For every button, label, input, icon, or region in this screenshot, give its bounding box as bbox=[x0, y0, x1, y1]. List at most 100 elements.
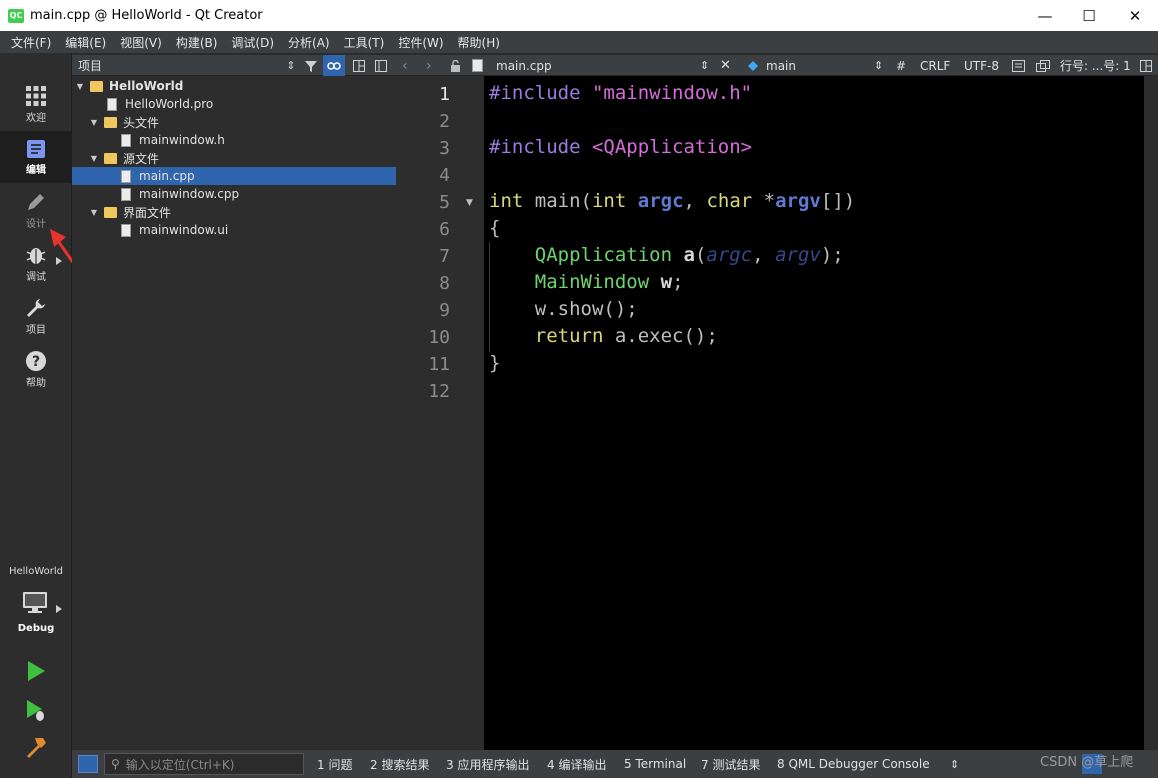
run-icon[interactable] bbox=[24, 659, 48, 683]
tab-issues[interactable]: 1 问题 bbox=[317, 750, 352, 778]
expand-arrow-icon bbox=[56, 605, 62, 613]
dropdown-arrows-icon[interactable]: ⇕ bbox=[700, 55, 709, 76]
tree-item-file[interactable]: HelloWorld.pro bbox=[72, 95, 396, 113]
wrench-icon bbox=[27, 298, 45, 317]
tab-test-results[interactable]: 7 测试结果 bbox=[701, 750, 760, 778]
build-hammer-icon[interactable] bbox=[24, 735, 48, 759]
fold-marker-icon[interactable]: ▼ bbox=[466, 198, 473, 208]
dropdown-arrows-icon[interactable]: ⇕ bbox=[284, 55, 298, 76]
tree-item-file[interactable]: mainwindow.ui bbox=[72, 221, 396, 239]
dropdown-arrows-icon[interactable]: ⇕ bbox=[950, 750, 959, 778]
split-icon[interactable] bbox=[350, 55, 368, 76]
menu-debug[interactable]: 调试(D) bbox=[224, 34, 281, 51]
link-editor-icon[interactable] bbox=[323, 55, 345, 76]
line-number: 1 bbox=[439, 84, 450, 105]
code-editor[interactable]: #include "mainwindow.h" #include <QAppli… bbox=[484, 76, 1144, 750]
cpp-file-icon bbox=[119, 169, 133, 183]
nav-forward-icon[interactable]: › bbox=[426, 55, 432, 76]
code-line: } bbox=[489, 352, 501, 374]
hash-button[interactable]: # bbox=[896, 55, 906, 76]
project-panel-title[interactable]: 项目 bbox=[78, 57, 102, 74]
dropdown-arrows-icon[interactable]: ⇕ bbox=[874, 55, 883, 76]
cursor-position[interactable]: 行号: ...号: 1 bbox=[1060, 55, 1131, 76]
mode-label: 帮助 bbox=[26, 377, 46, 389]
locator-input[interactable]: ⚲ 输入以定位(Ctrl+K) bbox=[104, 753, 304, 775]
maximize-button[interactable]: ☐ bbox=[1066, 0, 1112, 31]
tree-item-project[interactable]: ▼ HelloWorld bbox=[72, 77, 396, 95]
line-number: 3 bbox=[439, 138, 450, 159]
line-number: 9 bbox=[439, 300, 450, 321]
code-line: return a.exec(); bbox=[534, 325, 718, 347]
ui-file-icon bbox=[119, 223, 133, 237]
menu-bar: 文件(F) 编辑(E) 视图(V) 构建(B) 调试(D) 分析(A) 工具(T… bbox=[0, 31, 1158, 53]
menu-build[interactable]: 构建(B) bbox=[169, 34, 225, 51]
mode-edit[interactable]: 编辑 bbox=[0, 131, 72, 183]
tree-item-file-selected[interactable]: main.cpp bbox=[72, 167, 396, 185]
mode-label: 欢迎 bbox=[26, 112, 46, 124]
mode-label: 编辑 bbox=[26, 164, 46, 176]
tab-search-results[interactable]: 2 搜索结果 bbox=[370, 750, 429, 778]
tree-item-file[interactable]: mainwindow.h bbox=[72, 131, 396, 149]
tree-item-folder[interactable]: ▼ 源文件 bbox=[72, 149, 396, 167]
menu-tools[interactable]: 工具(T) bbox=[337, 34, 392, 51]
status-bar: ⚲ 输入以定位(Ctrl+K) 1 问题 2 搜索结果 3 应用程序输出 4 编… bbox=[72, 750, 1158, 778]
lock-icon[interactable] bbox=[450, 55, 461, 76]
code-line: int main(int argc, char *argv[]) bbox=[489, 190, 856, 212]
window-title: main.cpp @ HelloWorld - Qt Creator bbox=[30, 8, 263, 23]
toggle-sidebar-button[interactable] bbox=[78, 755, 98, 773]
tree-item-label: mainwindow.ui bbox=[139, 223, 229, 237]
collapse-arrow-icon[interactable]: ▼ bbox=[75, 82, 85, 91]
encoding-selector[interactable]: UTF-8 bbox=[964, 55, 999, 76]
collapse-arrow-icon[interactable]: ▼ bbox=[89, 154, 99, 163]
nav-back-icon[interactable]: ‹ bbox=[402, 55, 408, 76]
cpp-file-icon bbox=[119, 187, 133, 201]
tab-qml-debugger-console[interactable]: 8 QML Debugger Console bbox=[777, 750, 930, 778]
code-line: w.show(); bbox=[534, 298, 638, 320]
menu-edit[interactable]: 编辑(E) bbox=[58, 34, 113, 51]
split-editor-icon[interactable] bbox=[1140, 55, 1153, 76]
outline-icon[interactable] bbox=[1012, 55, 1025, 76]
mode-projects[interactable]: 项目 bbox=[0, 290, 72, 342]
debug-run-icon[interactable] bbox=[24, 699, 48, 723]
mode-welcome[interactable]: 欢迎 bbox=[0, 78, 72, 130]
tree-item-folder[interactable]: ▼ 头文件 bbox=[72, 113, 396, 131]
tree-item-folder[interactable]: ▼ 界面文件 bbox=[72, 203, 396, 221]
menu-help[interactable]: 帮助(H) bbox=[451, 34, 507, 51]
line-number: 4 bbox=[439, 165, 450, 186]
project-folder-icon bbox=[89, 79, 103, 93]
close-document-icon[interactable]: ✕ bbox=[720, 55, 731, 76]
tab-terminal[interactable]: 5 Terminal bbox=[624, 750, 686, 778]
forms-folder-icon bbox=[103, 205, 117, 219]
tab-application-output[interactable]: 3 应用程序输出 bbox=[446, 750, 529, 778]
monitor-icon bbox=[23, 592, 47, 613]
menu-view[interactable]: 视图(V) bbox=[113, 34, 169, 51]
line-ending-selector[interactable]: CRLF bbox=[920, 55, 950, 76]
collapse-arrow-icon[interactable]: ▼ bbox=[89, 118, 99, 127]
indent-guide bbox=[489, 242, 490, 352]
menu-widgets[interactable]: 控件(W) bbox=[391, 34, 450, 51]
mode-label: 项目 bbox=[26, 324, 46, 336]
open-document-combo[interactable]: main.cpp bbox=[496, 55, 552, 76]
line-number: 8 bbox=[439, 273, 450, 294]
close-button[interactable]: ✕ bbox=[1112, 0, 1158, 31]
menu-analyze[interactable]: 分析(A) bbox=[281, 34, 337, 51]
menu-file[interactable]: 文件(F) bbox=[4, 34, 58, 51]
tree-item-file[interactable]: mainwindow.cpp bbox=[72, 185, 396, 203]
code-line: #include <QApplication> bbox=[489, 136, 753, 158]
line-number: 2 bbox=[439, 111, 450, 132]
mode-help[interactable]: ? 帮助 bbox=[0, 343, 72, 395]
help-icon: ? bbox=[26, 350, 46, 371]
kit-project-name: HelloWorld bbox=[8, 566, 63, 577]
vertical-scrollbar[interactable] bbox=[1144, 76, 1158, 750]
tab-compile-output[interactable]: 4 编译输出 bbox=[547, 750, 606, 778]
collapse-arrow-icon[interactable]: ▼ bbox=[89, 208, 99, 217]
window-icon[interactable] bbox=[1036, 55, 1050, 76]
minimize-button[interactable]: — bbox=[1022, 0, 1068, 31]
close-panel-icon[interactable] bbox=[372, 55, 390, 76]
tree-item-label: mainwindow.cpp bbox=[139, 187, 240, 201]
symbol-combo[interactable]: main bbox=[766, 55, 796, 76]
source-folder-icon bbox=[103, 151, 117, 165]
editor-toolbar: ‹ › main.cpp ⇕ ✕ main ⇕ # CRLF UTF-8 行号:… bbox=[396, 55, 1158, 76]
filter-icon[interactable] bbox=[302, 55, 320, 76]
kit-selector[interactable]: Debug bbox=[0, 588, 72, 638]
